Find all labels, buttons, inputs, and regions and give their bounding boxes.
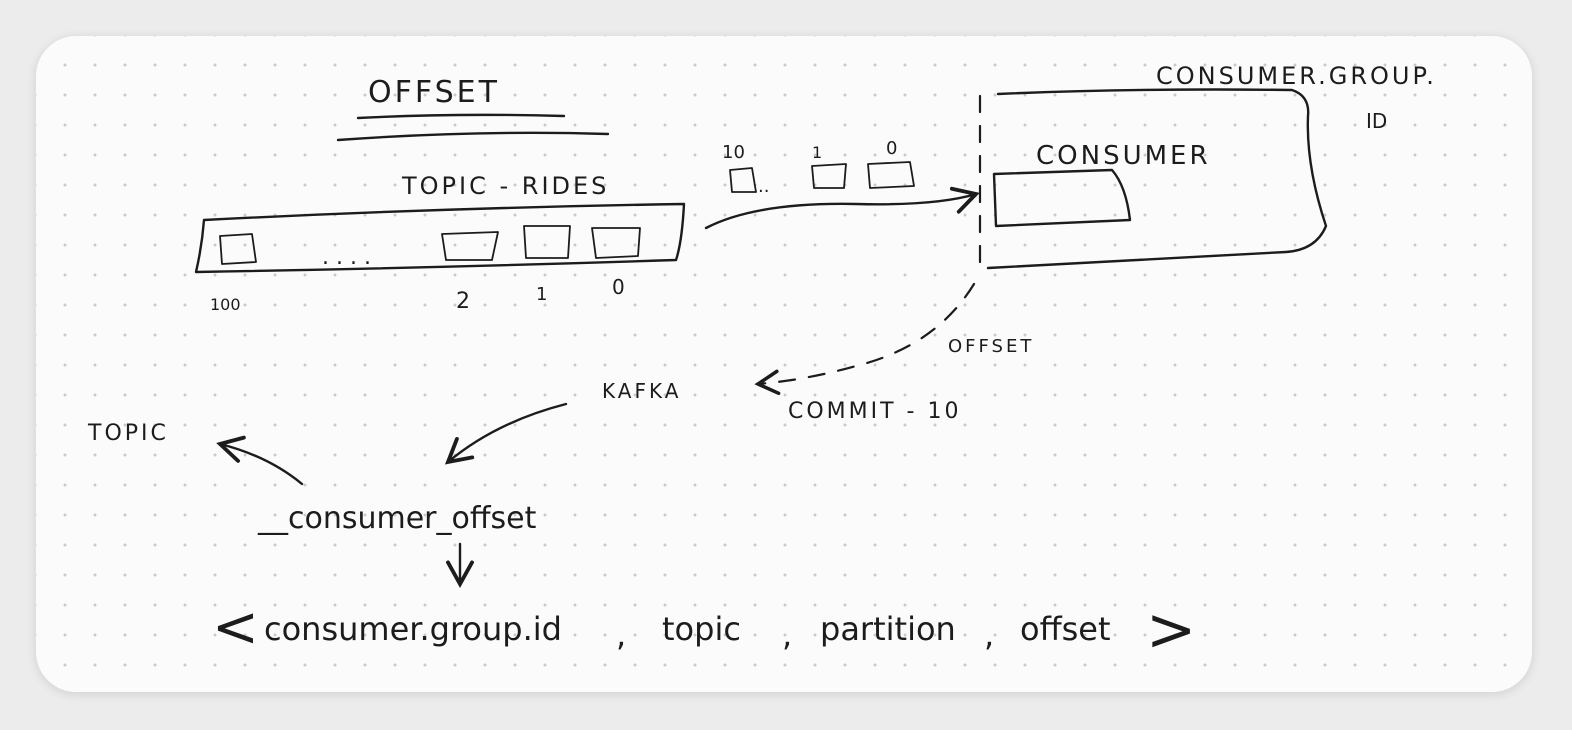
tuple-separator-1: , <box>616 616 626 654</box>
kafka-offset-diagram: OFFSET TOPIC - RIDES . . . . 100 2 1 0 1… <box>87 62 1437 665</box>
commit-offset-arrow <box>754 282 976 396</box>
tuple-topic: topic <box>662 610 741 648</box>
topic-side-label: TOPIC <box>87 421 169 446</box>
offset-number-2: 2 <box>456 289 470 314</box>
commit-label: COMMIT - 10 <box>788 399 962 424</box>
offset-number-1: 1 <box>536 284 547 305</box>
flow-dots: .. <box>758 176 769 197</box>
kafka-label: KAFKA <box>602 379 681 403</box>
consume-arrow <box>704 186 980 230</box>
topic-message-1 <box>523 225 571 259</box>
topic-side-arrow <box>216 435 304 486</box>
tuple-partition: partition <box>820 610 956 648</box>
title-offset: OFFSET <box>368 75 500 110</box>
flow-number-0: 0 <box>886 138 897 159</box>
topic-partition-box <box>194 202 686 274</box>
tuple-offset: offset <box>1020 610 1111 648</box>
title-underline-1 <box>356 113 566 120</box>
topic-rides-label: TOPIC - RIDES <box>401 172 609 200</box>
flow-number-1: 1 <box>812 143 822 162</box>
consumer-label: CONSUMER <box>1036 141 1211 171</box>
offset-number-0: 0 <box>612 275 625 299</box>
tuple-close-bracket: > <box>1146 595 1196 665</box>
internal-topic-name: __consumer_offset <box>257 501 537 536</box>
consumer-group-id-label: ID <box>1366 109 1387 133</box>
consumer-group-label: CONSUMER.GROUP. <box>1156 62 1437 90</box>
title-underline-2 <box>336 131 610 142</box>
flow-message-1 <box>811 163 847 189</box>
topic-message-2 <box>441 231 499 261</box>
flow-number-10: 10 <box>722 142 745 163</box>
tuple-separator-3: , <box>984 616 994 654</box>
offset-number-100: 100 <box>210 295 241 314</box>
topic-message-100 <box>219 233 257 265</box>
topic-message-0 <box>591 227 641 259</box>
topic-dots: . . . . <box>322 245 371 270</box>
consumer-group-box <box>986 88 1328 270</box>
tuple-separator-2: , <box>782 616 792 654</box>
tuple-open-bracket: < <box>212 595 259 660</box>
flow-message-10 <box>729 167 757 193</box>
tuple-consumer-group-id: consumer.group.id <box>264 610 562 648</box>
consumer-box <box>992 168 1132 228</box>
offset-commit-label: OFFSET <box>948 336 1034 357</box>
whiteboard-card: OFFSET TOPIC - RIDES . . . . 100 2 1 0 1… <box>36 36 1532 692</box>
kafka-arrow <box>444 402 568 465</box>
flow-message-0 <box>867 161 915 189</box>
